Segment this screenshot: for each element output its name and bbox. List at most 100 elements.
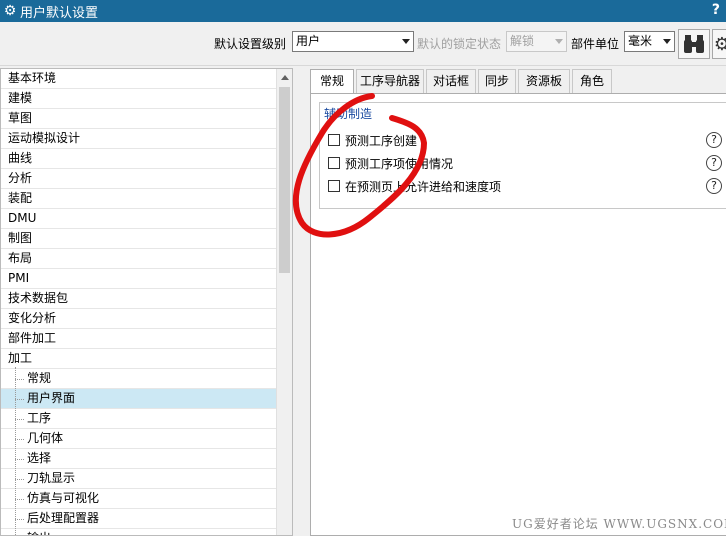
- lock-state-label: 默认的锁定状态: [417, 37, 502, 51]
- tree-connector: [15, 519, 24, 520]
- tree-item[interactable]: 常规: [1, 369, 277, 389]
- option-label: 在预测页上允许进给和速度项: [345, 179, 502, 194]
- option-row[interactable]: 预测工序创建: [328, 131, 417, 149]
- help-button[interactable]: ?: [712, 2, 720, 18]
- option-row[interactable]: 在预测页上允许进给和速度项: [328, 177, 501, 195]
- tree-item[interactable]: 部件加工: [1, 329, 277, 349]
- tree-item-label: 输出: [27, 529, 51, 535]
- toolbar: 默认设置级别 用户 默认的锁定状态 解锁 部件单位 毫米 ⚙: [0, 22, 726, 66]
- tree-item-label: 布局: [8, 251, 33, 265]
- tree-connector: [15, 439, 24, 440]
- tree-item[interactable]: 布局: [1, 249, 277, 269]
- option-row[interactable]: 预测工序项使用情况: [328, 154, 453, 172]
- scroll-up-arrow-icon[interactable]: [281, 75, 289, 80]
- tree-item[interactable]: PMI: [1, 269, 277, 289]
- tree-connector: [15, 399, 24, 400]
- tree-item-label: 常规: [27, 371, 52, 385]
- group-box-cam: 辅助制造 预测工序创建? 预测工序项使用情况? 在预测页上允许进给和速度项?: [319, 102, 726, 209]
- tree-item[interactable]: 分析: [1, 169, 277, 189]
- tree-item[interactable]: 变化分析: [1, 309, 277, 329]
- tree-item-label: 建模: [8, 91, 33, 105]
- tab-4[interactable]: 资源板: [518, 69, 570, 93]
- tree-item-label: 部件加工: [8, 331, 57, 345]
- checkbox[interactable]: [328, 134, 340, 146]
- tree-item[interactable]: DMU: [1, 209, 277, 229]
- tab-0[interactable]: 常规: [310, 69, 354, 95]
- tree-item[interactable]: 制图: [1, 229, 277, 249]
- tree-item[interactable]: 建模: [1, 89, 277, 109]
- tab-2[interactable]: 对话框: [426, 69, 476, 93]
- tree-item-label: 草图: [8, 111, 33, 125]
- tree-item-label: 工序: [27, 411, 52, 425]
- tree-item-label: 加工: [8, 351, 33, 365]
- tree-item[interactable]: 刀轨显示: [1, 469, 277, 489]
- default-level-value: 用户: [296, 34, 321, 48]
- tree-item[interactable]: 用户界面: [1, 389, 277, 409]
- tree-item[interactable]: 运动模拟设计: [1, 129, 277, 149]
- tree-item-label: 基本环境: [8, 71, 57, 85]
- option-label: 预测工序创建: [345, 133, 418, 148]
- tree-item[interactable]: 输出: [1, 529, 277, 535]
- tree-item[interactable]: 曲线: [1, 149, 277, 169]
- tab-3[interactable]: 同步: [478, 69, 516, 93]
- checkbox[interactable]: [328, 157, 340, 169]
- chevron-down-icon: [402, 39, 410, 44]
- tree-item[interactable]: 后处理配置器: [1, 509, 277, 529]
- help-circle-icon[interactable]: ?: [706, 178, 722, 194]
- tree-item[interactable]: 基本环境: [1, 69, 277, 89]
- tab-5[interactable]: 角色: [572, 69, 612, 93]
- tree-item[interactable]: 几何体: [1, 429, 277, 449]
- tree-item[interactable]: 加工: [1, 349, 277, 369]
- tree-connector: [15, 479, 24, 480]
- tree-item-label: 仿真与可视化: [27, 491, 100, 505]
- help-circle-icon[interactable]: ?: [706, 132, 722, 148]
- tree-scrollbar[interactable]: [276, 69, 292, 535]
- checkbox[interactable]: [328, 180, 340, 192]
- default-level-select[interactable]: 用户: [292, 31, 414, 52]
- tab-content: 辅助制造 预测工序创建? 预测工序项使用情况? 在预测页上允许进给和速度项?: [310, 93, 726, 536]
- lock-state-value: 解锁: [510, 34, 535, 48]
- tree-connector: [15, 459, 24, 460]
- window-title: 用户默认设置: [20, 5, 99, 21]
- tree-item-label: 分析: [8, 171, 33, 185]
- help-circle-icon[interactable]: ?: [706, 155, 722, 171]
- tree-connector: [15, 419, 24, 420]
- gear-icon: ⚙: [3, 3, 17, 19]
- tree-item-label: 变化分析: [8, 311, 57, 325]
- category-tree[interactable]: 基本环境建模草图运动模拟设计曲线分析装配 DMU 制图布局 PMI 技术数据包变化分析部…: [0, 68, 293, 536]
- default-level-label: 默认设置级别: [214, 37, 287, 51]
- tree-item-label: DMU: [8, 211, 37, 225]
- tree-item[interactable]: 装配: [1, 189, 277, 209]
- tree-item[interactable]: 仿真与可视化: [1, 489, 277, 509]
- tree-item[interactable]: 工序: [1, 409, 277, 429]
- title-bar: ⚙ 用户默认设置 ?: [0, 0, 726, 22]
- chevron-down-icon: [555, 39, 563, 44]
- tree-item-label: 后处理配置器: [27, 511, 100, 525]
- tree-item-label: 曲线: [8, 151, 33, 165]
- tree-connector: [15, 379, 24, 380]
- find-button[interactable]: [678, 29, 710, 59]
- tree-connector: [15, 499, 24, 500]
- tree-item-label: 制图: [8, 231, 33, 245]
- tree-item[interactable]: 技术数据包: [1, 289, 277, 309]
- binoculars-icon: [684, 35, 704, 53]
- tree-item-label: 选择: [27, 451, 52, 465]
- tree-item[interactable]: 选择: [1, 449, 277, 469]
- tree-item-label: 几何体: [27, 431, 64, 445]
- option-label: 预测工序项使用情况: [345, 156, 454, 171]
- tree-item-label: 用户界面: [27, 391, 76, 405]
- gear-icon: ⚙: [713, 33, 726, 55]
- tree-connector-line: [15, 367, 16, 535]
- scroll-thumb[interactable]: [279, 87, 290, 273]
- tree-item-label: 装配: [8, 191, 33, 205]
- chevron-down-icon: [663, 39, 671, 44]
- part-units-label: 部件单位: [571, 37, 620, 51]
- settings-button[interactable]: ⚙: [712, 29, 726, 59]
- part-units-value: 毫米: [628, 34, 653, 48]
- settings-panel: 常规 工序导航器 对话框 同步 资源板 角色 辅助制造 预测工序创建? 预测工序项使用情况?…: [305, 68, 726, 536]
- tab-1[interactable]: 工序导航器: [356, 69, 424, 93]
- tree-item[interactable]: 草图: [1, 109, 277, 129]
- group-title: 辅助制造: [324, 105, 375, 122]
- tree-item-label: 技术数据包: [8, 291, 69, 305]
- part-units-select[interactable]: 毫米: [624, 31, 675, 52]
